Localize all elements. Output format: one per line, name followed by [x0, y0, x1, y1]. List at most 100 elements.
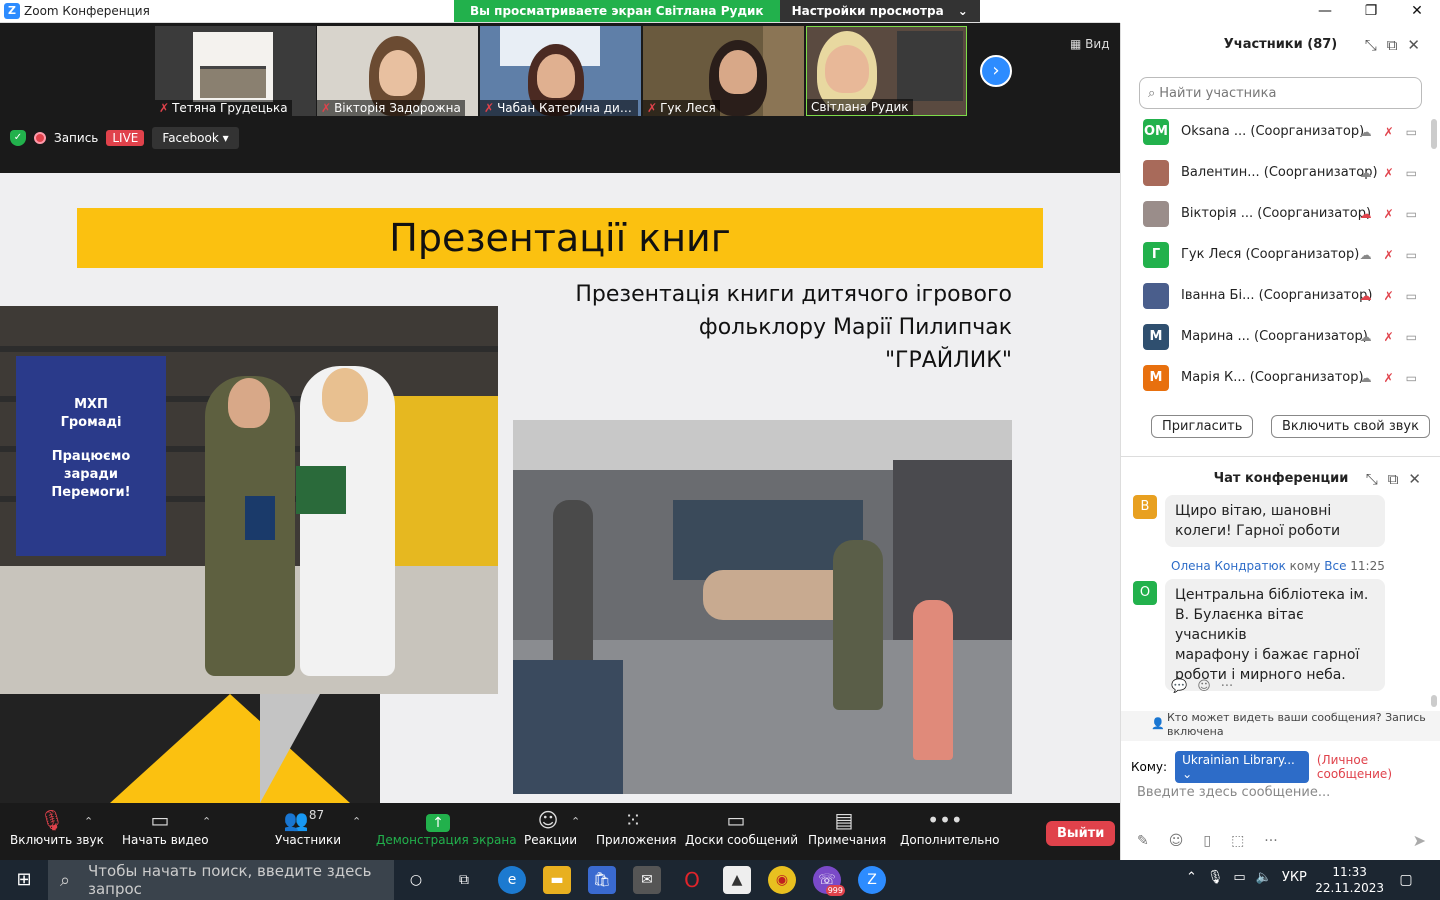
- video-off-icon: ▭: [1405, 124, 1417, 139]
- participants-scrollbar[interactable]: [1431, 119, 1437, 149]
- video-options-caret[interactable]: ⌃: [202, 815, 211, 828]
- chat-visibility-note[interactable]: 👤 Кто может видеть ваши сообщения? Запис…: [1121, 711, 1440, 741]
- participant-row[interactable]: ОМ Oksana ... (Соорганизатор) ☁ ✗ ▭: [1121, 111, 1440, 152]
- popout-icon[interactable]: ⧉: [1387, 36, 1408, 54]
- chat-scrollbar[interactable]: [1431, 695, 1437, 707]
- video-tile-active-speaker[interactable]: Світлана Рудик: [806, 26, 967, 116]
- private-message-label: (Личное сообщение): [1316, 753, 1392, 781]
- slide-subtitle-line: фольклору Марії Пилипчак: [698, 315, 1012, 340]
- zoom-app-icon[interactable]: Z: [858, 866, 886, 894]
- chat-message-line: колеги! Гарної роботи: [1175, 523, 1341, 539]
- next-page-button[interactable]: ›: [980, 55, 1012, 87]
- reactions-options-caret[interactable]: ⌃: [571, 815, 580, 828]
- more-button[interactable]: ••• Дополнительно: [900, 803, 1000, 860]
- cortana-icon[interactable]: ○: [402, 866, 430, 894]
- participant-row[interactable]: Г Гук Леся (Соорганизатор) ☁ ✗ ▭: [1121, 234, 1440, 275]
- video-tile[interactable]: ✗ Чабан Катерина дир...: [480, 26, 641, 116]
- emoji-icon[interactable]: ☺: [1169, 833, 1184, 849]
- participants-options-caret[interactable]: ⌃: [352, 815, 361, 828]
- chat-title: Чат конференции: [1213, 471, 1349, 486]
- participant-row[interactable]: М Марина ... (Соорганизатор) ☁ ✗ ▭: [1121, 316, 1440, 357]
- reply-icon[interactable]: 💬: [1171, 679, 1187, 694]
- format-icon[interactable]: ✎: [1137, 833, 1149, 849]
- chat-message-meta: Олена Кондратюк кому Все 11:25: [1171, 559, 1385, 573]
- language-indicator[interactable]: УКР: [1282, 870, 1307, 885]
- video-tile[interactable]: ✗ Тетяна Грудецька: [155, 26, 316, 116]
- collapse-icon[interactable]: ⤡: [1365, 36, 1387, 54]
- network-icon[interactable]: ▭: [1233, 870, 1245, 885]
- mic-muted-icon: ✗: [1383, 124, 1394, 139]
- start-video-button[interactable]: ▭ Начать видео: [122, 803, 209, 860]
- maximize-button[interactable]: ❐: [1348, 0, 1394, 23]
- viber-icon[interactable]: ☏ 999: [813, 866, 845, 896]
- participant-search-input[interactable]: ⌕ Найти участника: [1139, 77, 1422, 109]
- unmute-self-button[interactable]: Включить свой звук: [1271, 415, 1430, 438]
- participant-row[interactable]: Валентин... (Соорганизатор) ☁ ✗ ▭: [1121, 152, 1440, 193]
- search-icon: ⌕: [60, 869, 71, 891]
- chat-sender[interactable]: Олена Кондратюк: [1171, 559, 1286, 573]
- add-reaction-icon[interactable]: ☺: [1197, 679, 1211, 694]
- photos-icon[interactable]: ▲: [723, 866, 751, 894]
- view-settings-button[interactable]: Настройки просмотра ⌄: [779, 0, 980, 22]
- unmute-button[interactable]: 🎙 Включить звук: [10, 803, 104, 860]
- participant-row[interactable]: Іванна Бі... (Соорганизатор) ☁ ✗ ▭: [1121, 275, 1440, 316]
- video-tile-label: ✗ Гук Леся: [643, 100, 720, 116]
- windows-start-icon[interactable]: ⊞: [10, 866, 38, 894]
- task-view-icon[interactable]: ⧉: [450, 866, 478, 894]
- store-icon[interactable]: 🛍: [588, 866, 616, 894]
- notifications-icon[interactable]: ▢: [1392, 866, 1420, 894]
- stream-target-dropdown[interactable]: Facebook ▾: [152, 127, 239, 149]
- popout-icon[interactable]: ⧉: [1388, 470, 1409, 488]
- chevron-up-icon[interactable]: ⌃: [1186, 870, 1197, 885]
- video-tile[interactable]: ✗ Гук Леся: [643, 26, 804, 116]
- video-off-icon: ▭: [1405, 288, 1417, 303]
- notes-button[interactable]: ▤ Примечания: [808, 803, 886, 860]
- avatar: В: [1133, 495, 1157, 519]
- close-icon[interactable]: ✕: [1408, 470, 1431, 488]
- chat-input[interactable]: Введите здесь сообщение...: [1137, 785, 1330, 800]
- chat-recipient-dropdown[interactable]: Ukrainian Library... ⌄: [1175, 751, 1309, 783]
- file-explorer-icon[interactable]: ▬: [543, 866, 571, 894]
- video-tile-label: ✗ Вікторія Задорожна: [317, 100, 465, 116]
- clock-date: 22.11.2023: [1315, 881, 1384, 895]
- chrome-icon[interactable]: ◉: [768, 866, 796, 894]
- taskbar-clock[interactable]: 11:33 22.11.2023: [1315, 864, 1384, 896]
- more-icon[interactable]: ···: [1264, 833, 1277, 849]
- banner-line: МХП: [74, 397, 108, 412]
- invite-button[interactable]: Пригласить: [1151, 415, 1254, 438]
- participants-button[interactable]: 👥87 Участники: [275, 803, 341, 860]
- participant-row[interactable]: Вікторія ... (Соорганизатор) ☁ ✗ ▭: [1121, 193, 1440, 234]
- video-tile[interactable]: ✗ Вікторія Задорожна: [317, 26, 478, 116]
- taskbar-search-input[interactable]: ⌕ Чтобы начать поиск, введите здесь запр…: [48, 860, 394, 900]
- opera-icon[interactable]: O: [678, 866, 706, 894]
- audio-options-caret[interactable]: ⌃: [84, 815, 93, 828]
- leave-meeting-button[interactable]: Выйти: [1046, 821, 1116, 846]
- screenshot-icon[interactable]: ⬚: [1231, 833, 1244, 849]
- microphone-icon[interactable]: 🎙: [1207, 870, 1224, 885]
- chat-visibility-text: Кто может видеть ваши сообщения? Запись …: [1167, 711, 1426, 738]
- chat-recipient[interactable]: Все: [1324, 559, 1346, 573]
- collapse-icon[interactable]: ⤡: [1366, 470, 1388, 488]
- participant-row[interactable]: М Марія К... (Соорганизатор) ☁ ✗ ▭: [1121, 357, 1440, 398]
- mic-muted-icon: ✗: [321, 101, 332, 115]
- mail-icon[interactable]: ✉: [633, 866, 661, 894]
- volume-icon[interactable]: 🔈: [1256, 870, 1272, 885]
- minimize-button[interactable]: —: [1302, 0, 1348, 23]
- whiteboards-button[interactable]: ▭ Доски сообщений: [685, 803, 798, 860]
- send-icon[interactable]: ➤: [1413, 831, 1426, 850]
- file-icon[interactable]: ▯: [1203, 833, 1211, 849]
- more-icon[interactable]: ···: [1221, 679, 1233, 694]
- close-window-button[interactable]: ✕: [1394, 0, 1440, 23]
- participants-title: Участники (87): [1223, 37, 1338, 52]
- apps-button[interactable]: ⁙ Приложения: [596, 803, 677, 860]
- banner-line: Працюємо: [51, 449, 131, 464]
- participant-list: ОМ Oksana ... (Соорганизатор) ☁ ✗ ▭ Валент…: [1121, 111, 1440, 398]
- avatar: ОМ: [1143, 118, 1169, 145]
- photo-audience-event: [513, 420, 1012, 794]
- edge-browser-icon[interactable]: e: [498, 866, 526, 894]
- close-icon[interactable]: ✕: [1407, 36, 1430, 54]
- reactions-button[interactable]: ☺ Реакции: [524, 803, 577, 860]
- view-button[interactable]: ▦ Вид: [1070, 37, 1109, 51]
- share-screen-button[interactable]: ↑ Демонстрация экрана: [376, 803, 517, 860]
- avatar: [1143, 159, 1169, 186]
